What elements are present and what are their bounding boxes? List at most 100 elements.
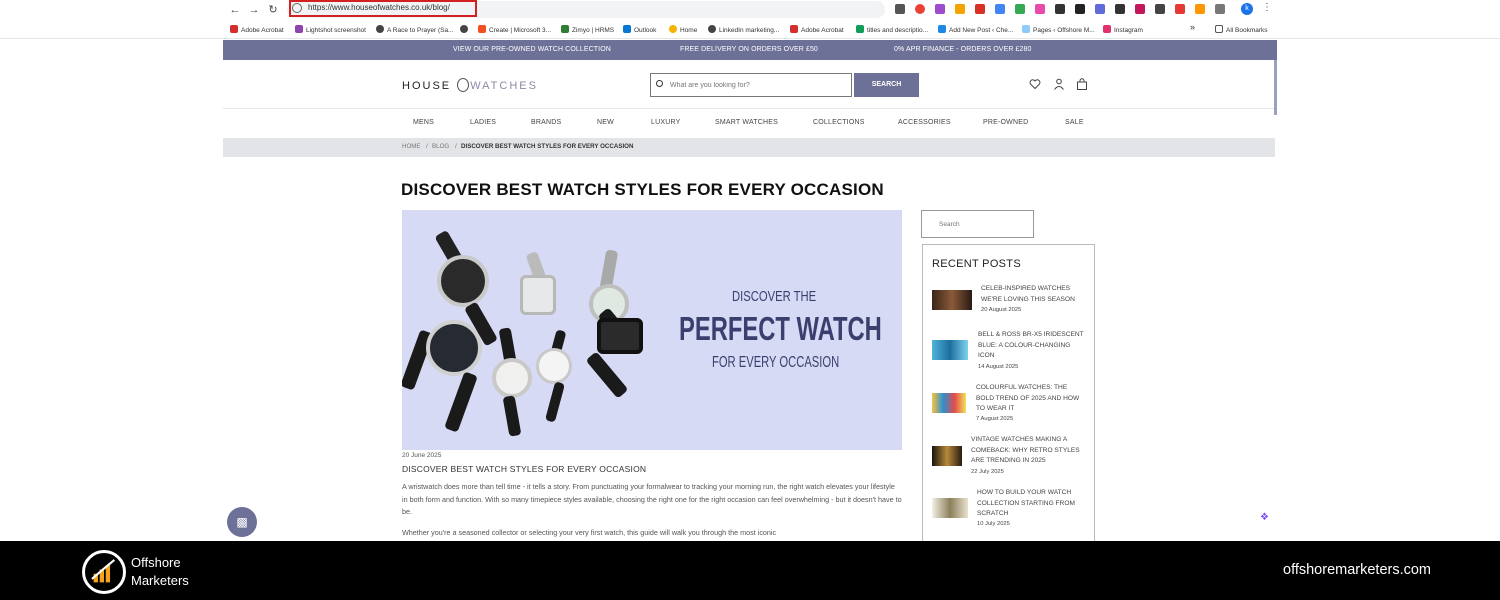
bookmark-item[interactable]: Adobe Acrobat: [230, 25, 284, 34]
bookmark-item[interactable]: Create | Microsoft 3...: [478, 25, 551, 34]
extension-icon[interactable]: [1095, 4, 1105, 14]
home-icon: [669, 25, 677, 33]
all-bookmarks-button[interactable]: All Bookmarks: [1215, 25, 1268, 34]
recent-post-thumbnail[interactable]: [932, 393, 966, 413]
user-icon[interactable]: [1053, 78, 1065, 90]
extension-icon[interactable]: [1175, 4, 1185, 14]
bookmark-item[interactable]: A Race to Prayer (Sa...: [376, 25, 453, 34]
brand-name-line1: Offshore: [131, 555, 181, 570]
recent-post-title[interactable]: HOW TO BUILD YOUR WATCH COLLECTION START…: [977, 488, 1087, 520]
breadcrumb-home[interactable]: HOME: [402, 143, 421, 150]
bookmark-item[interactable]: LinkedIn marketing...: [708, 25, 779, 34]
brand-website: offshoremarketers.com: [1283, 562, 1432, 578]
recent-post-thumbnail[interactable]: [932, 446, 962, 466]
hero-text-line3: FOR EVERY OCCASION: [712, 354, 840, 371]
breadcrumb-blog[interactable]: BLOG: [432, 143, 449, 150]
more-bookmarks-button[interactable]: »: [1190, 22, 1195, 32]
globe-icon: [460, 25, 468, 33]
nav-new[interactable]: NEW: [597, 119, 614, 126]
page-scrollbar[interactable]: [1274, 60, 1277, 115]
nav-smart-watches[interactable]: SMART WATCHES: [715, 119, 778, 126]
browser-toolbar: ← → ↻ https://www.houseofwatches.co.uk/b…: [0, 0, 1500, 20]
bookmark-item[interactable]: Add New Post ‹ Che...: [938, 25, 1013, 34]
nav-sale[interactable]: SALE: [1065, 119, 1084, 126]
bookmark-item[interactable]: Instagram: [1103, 25, 1143, 34]
breadcrumb-separator: /: [455, 143, 457, 150]
site-logo[interactable]: HOUSE WATCHES: [402, 78, 538, 92]
watch-strap: [502, 395, 522, 437]
bookmark-item[interactable]: Outlook: [623, 25, 656, 34]
watch-black-dial: [437, 255, 489, 307]
extension-icon[interactable]: [1155, 4, 1165, 14]
recent-post-title[interactable]: BELL & ROSS BR-X5 IRIDESCENT BLUE: A COL…: [978, 330, 1088, 362]
nav-collections[interactable]: COLLECTIONS: [813, 119, 865, 126]
recent-post-date: 14 August 2025: [978, 364, 1019, 370]
recent-post-title[interactable]: COLOURFUL WATCHES: THE BOLD TREND OF 202…: [976, 383, 1086, 415]
nav-mens[interactable]: MENS: [413, 119, 434, 126]
post-paragraph: A wristwatch does more than tell time - …: [402, 482, 902, 516]
recent-post-thumbnail[interactable]: [932, 340, 968, 360]
extension-icon[interactable]: [1055, 4, 1065, 14]
breadcrumb-current: DISCOVER BEST WATCH STYLES FOR EVERY OCC…: [461, 143, 634, 150]
chat-icon[interactable]: ▩: [227, 507, 257, 537]
pdf-icon: [790, 25, 798, 33]
extensions-puzzle-icon[interactable]: [1215, 4, 1225, 14]
extension-icon[interactable]: [935, 4, 945, 14]
recent-post-date: 7 August 2025: [976, 416, 1014, 422]
nav-accessories[interactable]: ACCESSORIES: [898, 119, 951, 126]
branding-footer: [0, 541, 1500, 600]
bookmark-item[interactable]: Zimyo | HRMS: [561, 25, 614, 34]
bookmark-item[interactable]: Pages ‹ Offshore M...: [1022, 25, 1095, 34]
bookmark-item[interactable]: Adobe Acrobat: [790, 25, 844, 34]
forward-arrow-icon[interactable]: →: [247, 3, 261, 17]
extension-icon[interactable]: [915, 4, 925, 14]
bookmark-item[interactable]: titles and descriptio...: [856, 25, 928, 34]
watch-white-dial: [536, 348, 572, 384]
feather-icon: [295, 25, 303, 33]
heart-icon[interactable]: [1029, 78, 1041, 90]
recent-post-title[interactable]: VINTAGE WATCHES MAKING A COMEBACK: WHY R…: [971, 435, 1081, 467]
recent-post-thumbnail[interactable]: [932, 498, 968, 518]
recent-posts-title: RECENT POSTS: [932, 258, 1021, 270]
browser-menu-icon[interactable]: ⋮: [1262, 2, 1272, 13]
profile-avatar[interactable]: k: [1241, 3, 1253, 15]
sidebar-search-input[interactable]: [939, 219, 1029, 229]
bookmark-item[interactable]: Home: [669, 25, 697, 34]
promo-preowned-link[interactable]: VIEW OUR PRE-OWNED WATCH COLLECTION: [453, 46, 611, 53]
promo-finance-link[interactable]: 0% APR FINANCE - ORDERS OVER £280: [894, 46, 1032, 53]
post-heading: DISCOVER BEST WATCH STYLES FOR EVERY OCC…: [402, 464, 647, 474]
search-button[interactable]: SEARCH: [854, 73, 919, 97]
microsoft-icon: [478, 25, 486, 33]
extension-icon[interactable]: [895, 4, 905, 14]
bookmark-item[interactable]: [460, 25, 471, 34]
extension-icon[interactable]: [1035, 4, 1045, 14]
extension-icon[interactable]: [975, 4, 985, 14]
bookmark-item[interactable]: Lightshot screenshot: [295, 25, 366, 34]
recent-post-date: 20 August 2025: [981, 307, 1022, 313]
watch-digital: [597, 318, 643, 354]
globe-icon: [708, 25, 716, 33]
search-input[interactable]: [670, 78, 840, 92]
reload-icon[interactable]: ↻: [266, 3, 280, 17]
hero-text-line2: PERFECT WATCH: [679, 310, 882, 347]
extension-icon[interactable]: [995, 4, 1005, 14]
nav-ladies[interactable]: LADIES: [470, 119, 496, 126]
hero-image: DISCOVER THE PERFECT WATCH FOR EVERY OCC…: [402, 210, 902, 450]
nav-brands[interactable]: BRANDS: [531, 119, 561, 126]
extension-icon[interactable]: [1115, 4, 1125, 14]
recent-post-thumbnail[interactable]: [932, 290, 972, 310]
back-arrow-icon[interactable]: ←: [228, 3, 242, 17]
extension-icon[interactable]: [955, 4, 965, 14]
extension-icon[interactable]: [1075, 4, 1085, 14]
assistant-widget-icon[interactable]: ❖: [1258, 511, 1271, 524]
extension-icon[interactable]: [1015, 4, 1025, 14]
folder-icon: [1215, 25, 1223, 33]
extension-icon[interactable]: [1135, 4, 1145, 14]
post-paragraph: Whether you're a seasoned collector or s…: [402, 528, 777, 537]
watch-white-dial: [492, 358, 532, 398]
nav-pre-owned[interactable]: PRE-OWNED: [983, 119, 1028, 126]
recent-post-title[interactable]: CELEB-INSPIRED WATCHES WE'RE LOVING THIS…: [981, 284, 1091, 305]
shopping-bag-icon[interactable]: [1076, 78, 1088, 90]
nav-luxury[interactable]: LUXURY: [651, 119, 680, 126]
extension-icon[interactable]: [1195, 4, 1205, 14]
